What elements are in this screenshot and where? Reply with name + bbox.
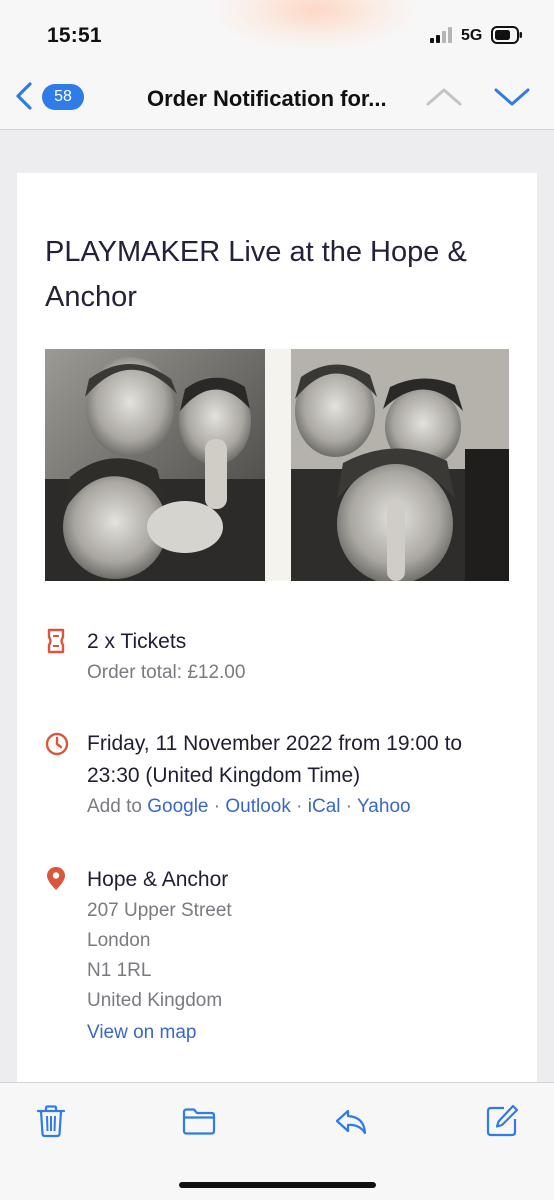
compose-icon[interactable] xyxy=(484,1103,520,1139)
add-to-google-link[interactable]: Google xyxy=(147,796,208,817)
email-card: PLAYMAKER Live at the Hope & Anchor 2 x … xyxy=(17,173,537,1103)
battery-icon xyxy=(491,26,522,44)
view-on-map-link[interactable]: View on map xyxy=(87,1018,517,1048)
event-datetime: Friday, 11 November 2022 from 19:00 to 2… xyxy=(87,732,463,787)
event-title: PLAYMAKER Live at the Hope & Anchor xyxy=(45,236,467,313)
address-line: 207 Upper Street xyxy=(87,900,232,921)
map-pin-icon xyxy=(47,867,65,890)
venue-name: Hope & Anchor xyxy=(87,868,229,891)
unread-count-badge[interactable]: 58 xyxy=(42,84,84,110)
folder-icon[interactable] xyxy=(181,1103,217,1139)
address-line: N1 1RL xyxy=(87,960,152,981)
address-line: London xyxy=(87,930,151,951)
reply-icon[interactable] xyxy=(333,1103,369,1139)
order-total: Order total: £12.00 xyxy=(87,662,246,683)
previous-message-button[interactable] xyxy=(422,82,466,112)
chevron-down-icon xyxy=(494,88,530,106)
signal-icon xyxy=(430,27,452,43)
event-photo xyxy=(45,349,509,581)
home-indicator[interactable] xyxy=(179,1182,376,1188)
ticket-icon xyxy=(47,628,65,654)
add-to-label: Add to xyxy=(87,796,142,817)
clock-icon xyxy=(45,732,69,756)
nav-bar: 58 Order Notification for... xyxy=(0,62,554,130)
next-message-button[interactable] xyxy=(490,82,534,112)
chevron-left-icon xyxy=(16,82,32,110)
separator: · xyxy=(213,796,221,817)
status-glow xyxy=(215,0,415,50)
status-bar: 15:51 5G xyxy=(0,0,554,62)
add-to-ical-link[interactable]: iCal xyxy=(308,796,341,817)
trash-icon[interactable] xyxy=(33,1103,69,1139)
email-subject-title: Order Notification for... xyxy=(147,86,387,111)
separator: · xyxy=(345,796,353,817)
add-to-calendar: Add to Google · Outlook · iCal · Yahoo xyxy=(87,792,517,822)
network-label: 5G xyxy=(461,27,483,44)
add-to-yahoo-link[interactable]: Yahoo xyxy=(357,796,411,817)
address-line: United Kingdom xyxy=(87,990,223,1011)
back-button[interactable] xyxy=(6,78,42,114)
chevron-up-icon xyxy=(426,88,462,106)
separator: · xyxy=(296,796,303,817)
tickets-label: 2 x Tickets xyxy=(87,630,187,653)
add-to-outlook-link[interactable]: Outlook xyxy=(225,796,290,817)
status-time: 15:51 xyxy=(47,24,102,47)
